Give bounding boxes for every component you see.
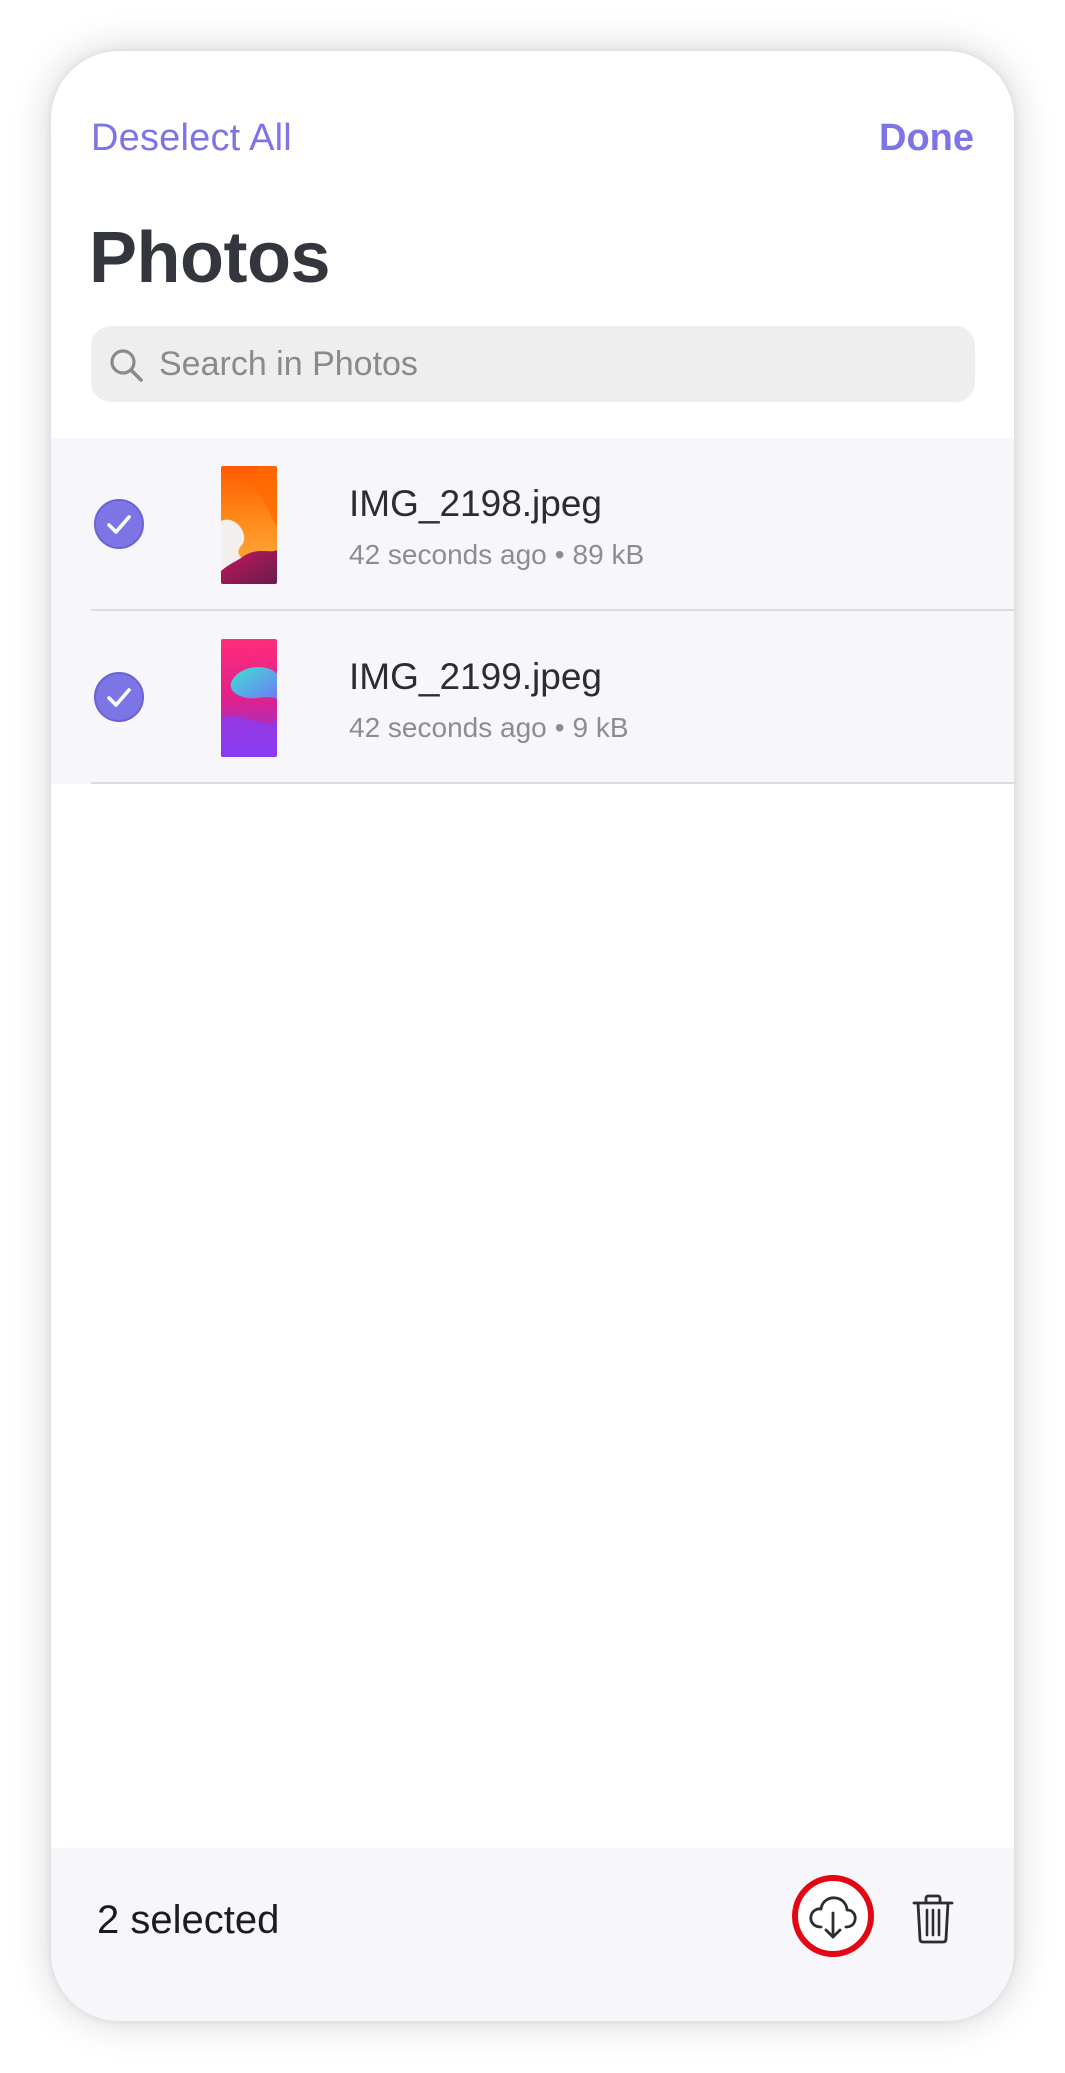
page-title: Photos — [89, 218, 330, 298]
file-name: IMG_2199.jpeg — [349, 656, 603, 697]
selected-count: 2 selected — [97, 1898, 280, 1942]
separator-dot: • — [554, 712, 565, 743]
divider — [91, 782, 1014, 784]
file-meta: 42 seconds ago • 89 kB — [349, 539, 644, 571]
separator-dot: • — [554, 539, 565, 570]
navigation-bar: Deselect All Done — [51, 51, 1014, 231]
cloud-download-icon — [809, 1896, 857, 1939]
photo-thumbnail — [221, 466, 277, 584]
file-time: 42 seconds ago — [349, 712, 547, 743]
file-list: IMG_2198.jpeg 42 seconds ago • 89 kB IMG… — [51, 438, 1014, 784]
file-name: IMG_2198.jpeg — [349, 483, 603, 524]
done-button[interactable]: Done — [879, 117, 974, 160]
list-item[interactable]: IMG_2198.jpeg 42 seconds ago • 89 kB — [51, 438, 1014, 611]
bottom-toolbar: 2 selected — [51, 1848, 1014, 2021]
app-screen: Deselect All Done Photos Search in Photo… — [51, 51, 1014, 2021]
checkmark-icon[interactable] — [94, 499, 144, 549]
photo-thumbnail — [221, 639, 277, 757]
deselect-all-button[interactable]: Deselect All — [91, 117, 292, 160]
list-item[interactable]: IMG_2199.jpeg 42 seconds ago • 9 kB — [51, 611, 1014, 784]
file-time: 42 seconds ago — [349, 539, 547, 570]
search-input[interactable] — [159, 326, 949, 402]
trash-icon[interactable] — [911, 1894, 955, 1944]
search-icon — [110, 349, 143, 382]
file-size: 9 kB — [572, 712, 629, 743]
checkmark-icon[interactable] — [94, 672, 144, 722]
file-size: 89 kB — [572, 539, 645, 570]
download-button[interactable] — [792, 1875, 874, 1957]
file-meta: 42 seconds ago • 9 kB — [349, 712, 629, 744]
search-bar[interactable] — [91, 326, 975, 402]
